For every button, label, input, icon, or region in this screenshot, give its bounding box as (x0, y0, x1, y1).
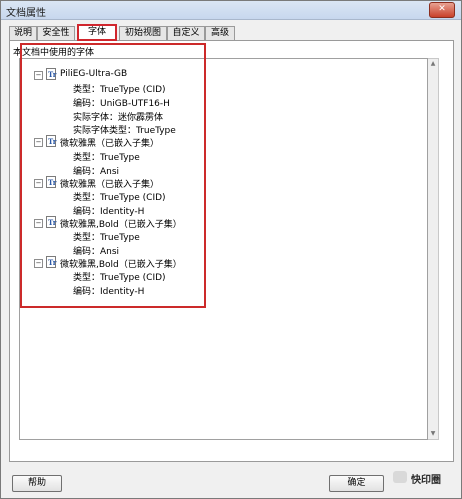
document-properties-dialog: 文档属性 ✕ 说明 安全性 字体 初始视图 自定义 高级 本文档中使用的字体 ▲… (0, 0, 462, 499)
tab-description[interactable]: 说明 (9, 26, 37, 40)
collapse-icon[interactable]: − (34, 179, 43, 188)
font-prop-encoding: 编码：Ansi (73, 167, 120, 177)
collapse-icon[interactable]: − (34, 259, 43, 268)
font-prop-actual-type: 实际字体类型：TrueType (73, 126, 176, 136)
font-file-icon: Tr (46, 256, 57, 268)
font-prop-type: 类型：TrueType (73, 153, 140, 163)
title-bar: 文档属性 ✕ (1, 1, 461, 20)
font-name: 微软雅黑,Bold（已嵌入子集） (60, 260, 182, 270)
font-prop-type: 类型：TrueType (CID) (73, 193, 166, 203)
font-name: PiliEG-Ultra-GB (60, 69, 128, 79)
tree-scrollbar[interactable]: ▲ ▼ (428, 58, 439, 440)
collapse-icon[interactable]: − (34, 71, 43, 80)
tab-custom[interactable]: 自定义 (167, 26, 205, 40)
collapse-icon[interactable]: − (34, 219, 43, 228)
font-file-icon: Tr (46, 68, 57, 80)
font-file-icon: Tr (46, 216, 57, 228)
font-name: 微软雅黑（已嵌入子集） (60, 180, 160, 190)
font-prop-encoding: 编码：Identity-H (73, 207, 145, 217)
tab-fonts[interactable]: 字体 (77, 24, 117, 41)
tab-advanced[interactable]: 高级 (205, 26, 235, 40)
help-button[interactable]: 帮助 (12, 475, 62, 492)
scroll-down-icon[interactable]: ▼ (428, 429, 438, 439)
ok-button[interactable]: 确定 (329, 475, 384, 492)
font-prop-type: 类型：TrueType (CID) (73, 85, 166, 95)
wechat-icon (393, 471, 407, 483)
section-label: 本文档中使用的字体 (13, 48, 95, 58)
font-name: 微软雅黑,Bold（已嵌入子集） (60, 220, 182, 230)
watermark-text: 快印圈 (411, 475, 441, 486)
font-file-icon: Tr (46, 135, 57, 147)
font-file-icon: Tr (46, 176, 57, 188)
collapse-icon[interactable]: − (34, 138, 43, 147)
window-title: 文档属性 (6, 8, 46, 19)
font-prop-encoding: 编码：UniGB-UTF16-H (73, 99, 170, 109)
font-name: 微软雅黑（已嵌入子集） (60, 139, 160, 149)
font-prop-actual-font: 实际字体：迷你霹雳体 (73, 113, 164, 123)
tab-initial-view[interactable]: 初始视图 (119, 26, 167, 40)
font-prop-type: 类型：TrueType (73, 233, 140, 243)
close-button[interactable]: ✕ (429, 2, 455, 18)
font-prop-encoding: 编码：Ansi (73, 247, 120, 257)
font-prop-type: 类型：TrueType (CID) (73, 273, 166, 283)
scroll-up-icon[interactable]: ▲ (428, 59, 438, 69)
font-prop-encoding: 编码：Identity-H (73, 287, 145, 297)
tab-security[interactable]: 安全性 (37, 26, 75, 40)
